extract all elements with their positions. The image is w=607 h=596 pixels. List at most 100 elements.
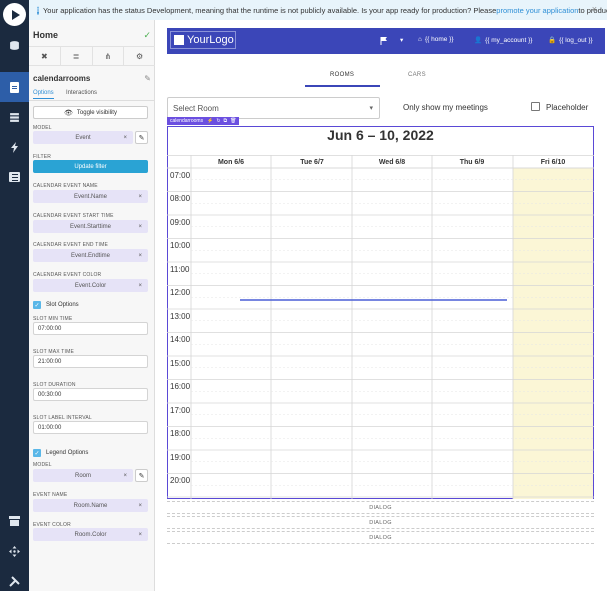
lock-icon: 🔒 (548, 37, 557, 44)
close-icon[interactable]: × (592, 4, 597, 14)
dialog-placeholder[interactable]: DIALOG (167, 516, 594, 529)
app-rail (0, 0, 29, 591)
promote-link[interactable]: promote your application (496, 6, 578, 15)
event-name-chip[interactable]: Event.Name × (33, 190, 148, 203)
tab-rooms[interactable]: ROOMS (330, 72, 354, 78)
tools-icon[interactable] (0, 566, 29, 596)
component-header: calendarrooms ✎ (33, 72, 151, 84)
remove-icon[interactable]: × (123, 473, 127, 479)
legend-model-chip[interactable]: Room × (33, 469, 133, 482)
user-icon: 👤 (474, 37, 483, 44)
day-header-tue: Tue 6/7 (300, 159, 324, 166)
legend-model-label: MODEL (33, 462, 52, 468)
chevron-down-icon[interactable]: ▾ (400, 36, 403, 44)
logo[interactable]: YourLogo (170, 31, 236, 49)
logo-icon (174, 35, 184, 45)
update-filter-button[interactable]: Update filter (33, 160, 148, 173)
day-header-wed: Wed 6/8 (378, 159, 406, 166)
stack-icon[interactable] (0, 102, 29, 132)
dialog-placeholder[interactable]: DIALOG (167, 531, 594, 544)
event-name-label: CALENDAR EVENT NAME (33, 183, 98, 189)
chevron-down-icon: ▾ (369, 105, 373, 112)
check-icon: ✓ (143, 29, 151, 40)
calendar-component-badge[interactable]: calendarrooms ⚡ ↻ ⧉ 🗑 (167, 117, 240, 125)
time-label: 07:00 (170, 171, 191, 180)
time-label: 18:00 (170, 429, 191, 438)
legend-event-name-chip[interactable]: Room.Name × (33, 499, 148, 512)
day-header-thu: Thu 6/9 (459, 159, 485, 166)
database-icon[interactable]: ≣ (59, 47, 92, 65)
select-room-dropdown[interactable]: Select Room ▾ (167, 97, 380, 119)
legend-options-checkbox[interactable]: ✓ (33, 449, 41, 457)
remove-icon[interactable]: × (138, 224, 142, 230)
remove-icon[interactable]: × (138, 283, 142, 289)
logo-text: YourLogo (187, 34, 234, 46)
tab-options[interactable]: Options (33, 90, 54, 99)
time-label: 15:00 (170, 359, 191, 368)
toggle-visibility-button[interactable]: 👁 Toggle visibility (33, 106, 148, 119)
store-icon[interactable] (0, 506, 29, 536)
tab-divider (29, 100, 155, 101)
tab-rooms-indicator (305, 85, 380, 87)
wrench-icon[interactable]: ✖ (29, 47, 60, 65)
banner-text: Your application has the status Developm… (42, 5, 497, 15)
gear-icon[interactable]: ⚙ (123, 47, 155, 65)
calendar-badge-label: calendarrooms (170, 118, 204, 124)
event-color-label: CALENDAR EVENT COLOR (33, 272, 102, 278)
flag-icon[interactable] (380, 37, 388, 45)
time-label: 17:00 (170, 406, 191, 415)
edit-legend-model-button[interactable]: ✎ (135, 469, 148, 482)
model-chip[interactable]: Event × (33, 131, 133, 144)
time-label: 16:00 (170, 382, 191, 391)
database-icon[interactable] (0, 30, 29, 60)
start-time-chip[interactable]: Event.Starttime × (33, 220, 148, 233)
day-header-fri: Fri 6/10 (540, 159, 566, 166)
move-icon[interactable] (0, 536, 29, 566)
component-name: calendarrooms (33, 73, 91, 83)
nav-logout[interactable]: 🔒{{ log_out }} (548, 36, 593, 45)
remove-icon[interactable]: × (138, 194, 142, 200)
pencil-icon[interactable]: ✎ (144, 74, 151, 83)
remove-icon[interactable]: × (138, 532, 142, 538)
slot-options-checkbox[interactable]: ✓ (33, 301, 41, 309)
only-my-meetings-label: Only show my meetings (403, 103, 488, 112)
tab-interactions[interactable]: Interactions (66, 90, 97, 96)
time-label: 12:00 (170, 288, 191, 297)
time-label: 14:00 (170, 335, 191, 344)
legend-event-color-chip[interactable]: Room.Color × (33, 528, 148, 541)
remove-icon[interactable]: × (123, 135, 127, 141)
slot-duration-input[interactable]: 00:30:00 (33, 388, 148, 401)
copy-icon[interactable]: ⧉ (224, 118, 228, 124)
slot-min-input[interactable]: 07:00:00 (33, 322, 148, 335)
start-time-label: CALENDAR EVENT START TIME (33, 213, 114, 219)
calendar-grid[interactable] (167, 155, 594, 499)
nav-account[interactable]: 👤{{ my_account }} (474, 36, 532, 45)
slot-max-input[interactable]: 21:00:00 (33, 355, 148, 368)
page-title: Home (33, 30, 59, 40)
event-color-chip[interactable]: Event.Color × (33, 279, 148, 292)
flash-icon[interactable] (0, 132, 29, 162)
slot-options-label: Slot Options (46, 302, 79, 308)
flash-icon[interactable]: ⚡ (207, 118, 213, 124)
calendar-title: Jun 6 – 10, 2022 (327, 127, 434, 143)
edit-model-button[interactable]: ✎ (135, 131, 148, 144)
legend-options-label: Legend Options (46, 450, 89, 456)
hierarchy-icon[interactable]: ⋔ (91, 47, 124, 65)
slot-interval-input[interactable]: 01:00:00 (33, 421, 148, 434)
time-label: 13:00 (170, 312, 191, 321)
dialog-placeholder[interactable]: DIALOG (167, 501, 594, 514)
remove-icon[interactable]: × (138, 503, 142, 509)
time-label: 10:00 (170, 241, 191, 250)
nav-home[interactable]: ⌂{{ home }} (418, 36, 454, 43)
list-icon[interactable] (0, 162, 29, 192)
tab-cars[interactable]: CARS (408, 72, 426, 78)
day-header-mon: Mon 6/6 (217, 159, 245, 166)
play-icon[interactable] (3, 3, 26, 26)
page-icon[interactable] (0, 72, 29, 102)
component-options-panel: Home ✓ ✖ ≣ ⋔ ⚙ calendarrooms ✎ Options I… (29, 20, 155, 591)
remove-icon[interactable]: × (138, 253, 142, 259)
trash-icon[interactable]: 🗑 (230, 118, 236, 124)
end-time-chip[interactable]: Event.Endtime × (33, 249, 148, 262)
placeholder-checkbox[interactable] (531, 102, 540, 111)
refresh-icon[interactable]: ↻ (216, 118, 220, 124)
